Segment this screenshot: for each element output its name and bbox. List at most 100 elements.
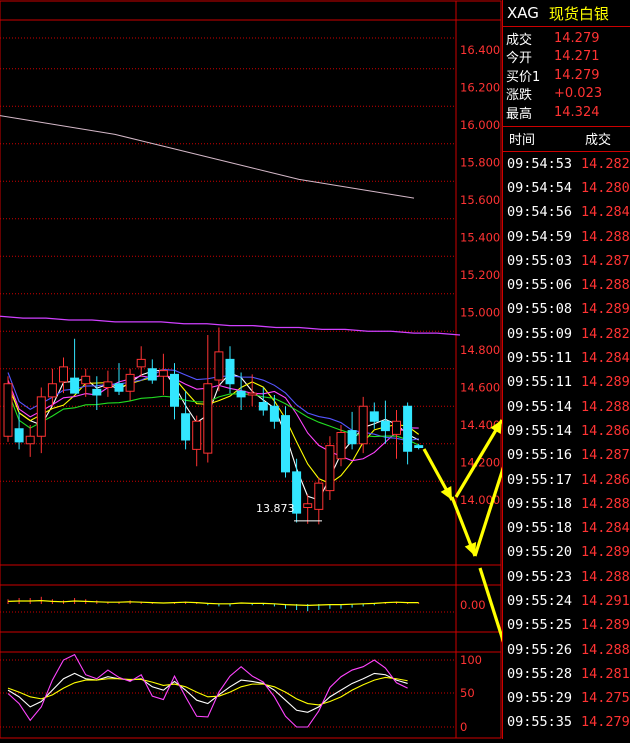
trade-row[interactable]: 09:55:29 14.275 [503,686,630,710]
trade-price: 14.288 [581,277,630,294]
trade-time: 09:54:59 [507,228,573,245]
candle-body [303,503,313,508]
candle-body [358,405,368,445]
moving-average-line [7,368,419,442]
trade-row[interactable]: 09:55:03 14.287 [503,249,630,273]
magenta-moving-average [0,315,461,336]
trade-time: 09:55:14 [507,398,573,415]
y-axis-ticks: 16.400 16.200 16.000 15.800 15.600 15.400 15.2… [460,43,500,734]
quote-label: 成交 [506,32,533,48]
quote-label: 涨跌 [506,88,533,104]
y-tick-label: 15.800 [460,156,500,170]
candle-body [170,373,179,407]
y-tick-label: 16.000 [460,118,500,132]
trade-row[interactable]: 09:55:16 14.287 [503,443,630,467]
trade-row[interactable]: 09:54:54 14.280 [503,176,630,200]
trade-price: 14.279 [581,714,630,731]
candle-body [125,373,135,392]
trade-price: 14.289 [581,374,630,391]
quote-summary: 成交 14.279 今开 14.271 买价1 14.279 涨跌 +0.023 最高 14.32… [503,27,630,127]
trade-price: 14.288 [581,641,630,658]
kdj-tick-label: 100 [460,653,482,667]
trade-row[interactable]: 09:55:18 14.288 [503,492,630,516]
candle-body [314,482,324,510]
trade-row[interactable]: 09:55:24 14.291 [503,589,630,613]
kdj-subchart [7,653,408,728]
candle-body [147,368,157,381]
trade-price: 14.289 [581,301,630,318]
magenta-ma-line [0,315,461,336]
trade-row[interactable]: 09:55:14 14.286 [503,419,630,443]
trade-price: 14.284 [581,204,630,221]
instrument-header[interactable]: XAG 现货白银 [503,0,630,27]
chart-grid [0,0,502,739]
annotation-arrows [422,264,630,695]
trade-list[interactable]: 09:54:53 14.282 09:54:54 14.280 09:54:56 14.2… [503,152,630,735]
trade-time: 09:55:35 [507,714,573,731]
trade-row[interactable]: 09:55:35 14.279 [503,710,630,734]
candle-body [236,390,246,398]
quote-row: 成交 14.279 [503,29,630,48]
quote-row: 今开 14.271 [503,48,630,66]
quote-value: 14.324 [554,104,600,120]
macd-zero-label: 0.00 [460,598,486,612]
moving-average-line [7,374,420,485]
kline-chart-panel[interactable]: 16.400 16.200 16.000 15.800 15.600 15.400 15.2… [0,0,630,739]
trade-price: 14.288 [581,495,630,512]
candle-body [158,370,168,377]
y-tick-label: 14.600 [460,381,500,395]
low-price-label: 13.873 [256,502,295,515]
trade-row[interactable]: 09:55:11 14.289 [503,370,630,394]
kdj-d-line [7,676,408,706]
trade-price: 14.282 [581,325,630,342]
y-tick-label: 16.200 [460,81,500,95]
trade-row[interactable]: 09:54:56 14.284 [503,200,630,224]
trade-row[interactable]: 09:54:59 14.288 [503,224,630,248]
trade-price: 14.286 [581,422,630,439]
trade-row[interactable]: 09:55:11 14.284 [503,346,630,370]
candle-body [347,430,357,445]
quote-row: 最高 14.324 [503,103,630,122]
quote-value: +0.023 [554,86,603,102]
trade-row[interactable]: 09:55:28 14.281 [503,662,630,686]
trade-time: 09:55:14 [507,422,573,439]
candle-body [380,420,390,432]
candle-body [92,388,102,396]
slow-moving-average [0,115,415,199]
trade-time: 09:55:23 [507,568,573,585]
candle-body [59,366,68,383]
trade-row[interactable]: 09:55:23 14.288 [503,565,630,589]
slow-ma-line [0,115,415,199]
candle-body [281,415,290,473]
trade-row[interactable]: 09:55:06 14.288 [503,273,630,297]
trade-row[interactable]: 09:55:18 14.284 [503,516,630,540]
trade-price: 14.287 [581,447,630,464]
trade-price: 14.284 [581,350,630,367]
candlestick-series [3,327,424,525]
price-chart[interactable]: 16.400 16.200 16.000 15.800 15.600 15.400 15.2… [0,0,630,739]
trade-row[interactable]: 09:54:53 14.282 [503,152,630,176]
trade-time: 09:55:25 [507,617,573,634]
trade-price: 14.291 [581,592,630,609]
candle-body [269,405,279,422]
candle-body [136,358,146,368]
trade-time: 09:54:53 [507,155,573,172]
kdj-tick-label: 50 [460,686,475,700]
candle-body [369,411,379,422]
trade-time: 09:55:18 [507,520,573,537]
trade-row[interactable]: 09:55:25 14.289 [503,613,630,637]
annotation-arrow [478,567,522,695]
trade-row[interactable]: 09:55:20 14.289 [503,540,630,564]
trade-row[interactable]: 09:55:26 14.288 [503,637,630,661]
candle-body [25,435,35,445]
trade-row[interactable]: 09:55:17 14.286 [503,467,630,491]
trade-row[interactable]: 09:55:09 14.282 [503,322,630,346]
trade-price: 14.288 [581,398,630,415]
trade-row[interactable]: 09:55:08 14.289 [503,297,630,321]
trade-time: 09:55:11 [507,374,573,391]
candle-body [81,375,91,385]
y-tick-label: 15.400 [460,231,500,245]
candle-body [192,420,202,450]
quote-value: 14.279 [554,30,600,46]
trade-row[interactable]: 09:55:14 14.288 [503,394,630,418]
